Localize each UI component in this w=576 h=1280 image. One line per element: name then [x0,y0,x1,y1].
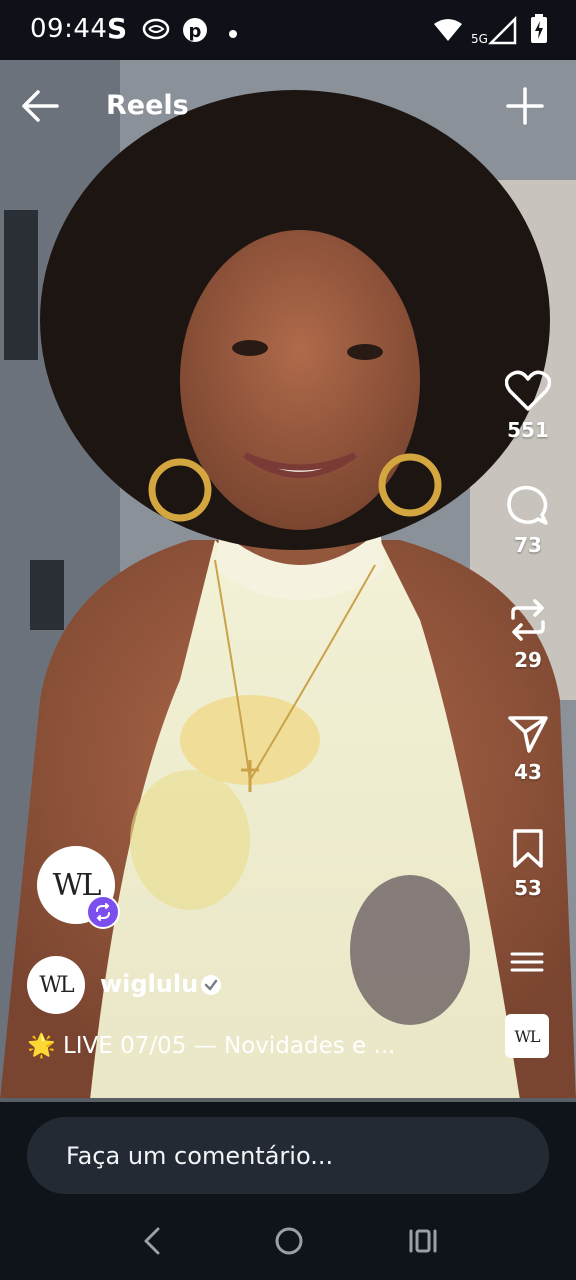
save-action[interactable]: 53 [498,828,558,900]
5g-signal-icon: 5G [471,15,519,50]
share-count: 43 [514,760,542,784]
wifi-icon [433,18,463,46]
status-bar: 09:44 S p 5G [0,0,576,60]
battery-charging-icon [530,14,548,48]
caption[interactable]: 🌟 LIVE 07/05 — Novidades e ... [27,1032,395,1059]
reels-header: Reels [0,60,576,150]
svg-text:p: p [189,21,202,42]
comment-action[interactable]: 73 [498,485,558,557]
save-count: 53 [514,876,542,900]
system-nav-bar [0,1206,576,1280]
back-arrow-icon[interactable] [20,86,60,126]
plus-icon[interactable] [505,86,545,126]
heart-icon[interactable] [505,370,551,412]
status-time: 09:44 [30,14,108,44]
more-options-icon[interactable] [509,950,545,978]
comment-placeholder: Faça um comentário... [66,1141,334,1170]
remix-icon [86,895,120,929]
nav-recents-icon[interactable] [408,1228,438,1258]
pinterest-icon: p [182,17,208,47]
like-count: 551 [507,418,549,442]
svg-text:5G: 5G [471,32,488,46]
threads-icon [142,17,170,45]
reel-video[interactable] [0,60,576,1100]
send-icon[interactable] [507,714,549,754]
comment-input[interactable]: Faça um comentário... [27,1117,549,1194]
reel-video-frame [0,60,576,1100]
repost-icon[interactable] [507,598,549,642]
comment-count: 73 [514,533,542,557]
page-title: Reels [106,90,189,121]
audio-thumbnail[interactable]: WL [505,1014,549,1058]
app-letter-icon: S [107,12,128,45]
nav-back-icon[interactable] [140,1226,164,1260]
repost-action[interactable]: 29 [498,598,558,672]
share-action[interactable]: 43 [498,714,558,784]
verified-badge-icon [200,974,222,1000]
username[interactable]: wiglulu [100,970,198,998]
like-action[interactable]: 551 [498,370,558,442]
nav-home-icon[interactable] [274,1226,304,1260]
dot-icon [228,24,238,43]
author-avatar[interactable]: WL [27,956,85,1014]
bookmark-icon[interactable] [511,828,545,870]
comment-bubble-icon[interactable] [506,485,550,527]
repost-count: 29 [514,648,542,672]
